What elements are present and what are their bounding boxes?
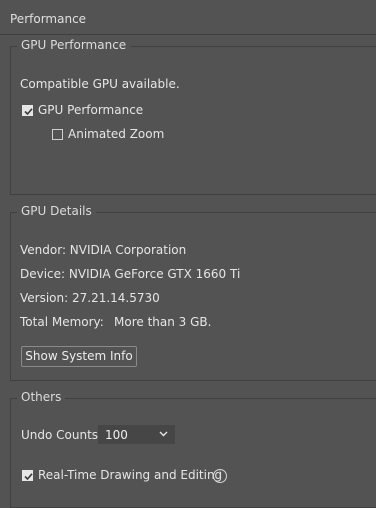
checkmark-icon (24, 473, 33, 481)
gpu-performance-label[interactable]: GPU Performance (38, 103, 143, 117)
gpu-performance-group: GPU Performance Compatible GPU available… (10, 38, 376, 195)
others-legend: Others (17, 390, 66, 404)
undo-counts-select[interactable]: 100 (98, 425, 175, 444)
gpu-details-group: GPU Details Vendor: NVIDIA Corporation D… (10, 204, 376, 381)
gpu-performance-checkbox[interactable] (22, 105, 33, 116)
chevron-down-icon (159, 431, 168, 437)
info-icon[interactable]: i (213, 469, 227, 483)
gpu-vendor-text: Vendor: NVIDIA Corporation (20, 243, 187, 257)
undo-counts-label: Undo Counts: (21, 428, 103, 442)
total-memory-label: Total Memory: (20, 315, 104, 329)
realtime-drawing-label[interactable]: Real-Time Drawing and Editing (38, 468, 222, 482)
gpu-performance-legend: GPU Performance (17, 38, 131, 52)
panel-header: Performance (0, 0, 376, 35)
total-memory-value: More than 3 GB. (114, 315, 212, 329)
realtime-drawing-checkbox[interactable] (22, 470, 33, 481)
animated-zoom-label[interactable]: Animated Zoom (68, 127, 164, 141)
animated-zoom-checkbox[interactable] (52, 129, 63, 140)
gpu-version-text: Version: 27.21.14.5730 (20, 291, 160, 305)
show-system-info-button[interactable]: Show System Info (21, 346, 137, 367)
others-group: Others Undo Counts: 100 Real-Time Drawin… (10, 390, 376, 508)
undo-counts-value: 100 (105, 428, 128, 442)
gpu-status-text: Compatible GPU available. (20, 77, 180, 91)
gpu-device-text: Device: NVIDIA GeForce GTX 1660 Ti (20, 267, 241, 281)
checkmark-icon (24, 108, 33, 116)
gpu-details-legend: GPU Details (17, 204, 96, 218)
panel-title: Performance (10, 12, 87, 26)
